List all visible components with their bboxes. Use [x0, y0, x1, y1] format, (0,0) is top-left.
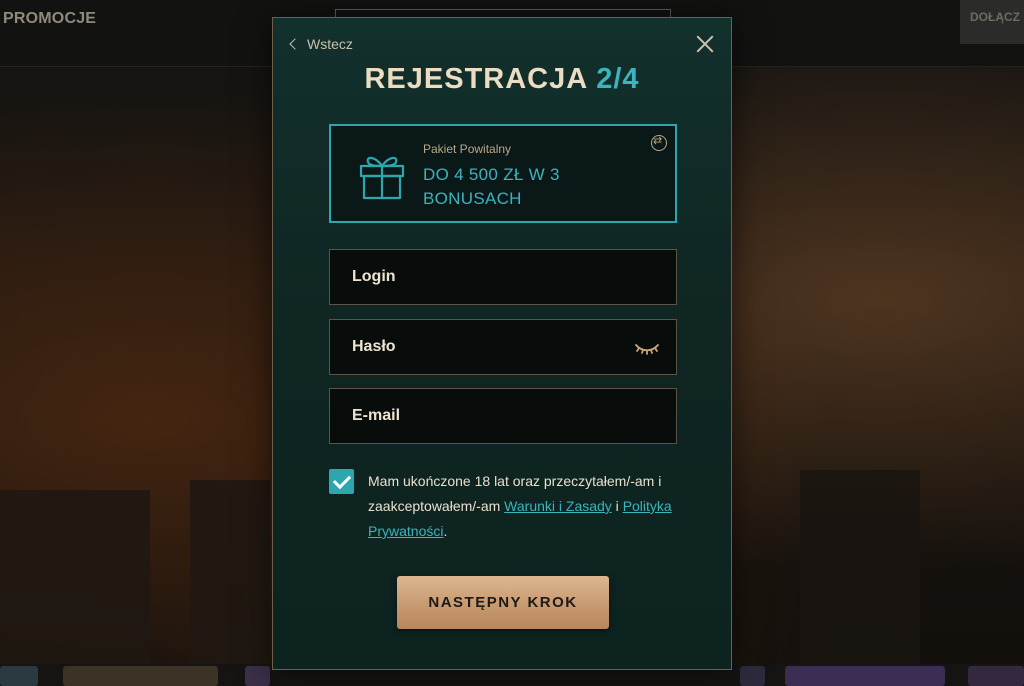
consent-checkbox[interactable] — [329, 469, 354, 494]
step-indicator: 2/4 — [596, 63, 640, 95]
login-field[interactable] — [329, 249, 677, 305]
nav-item-promocje[interactable]: PROMOCJE — [3, 10, 96, 28]
bonus-subtitle: Pakiet Powitalny — [423, 142, 512, 156]
back-button[interactable]: Wstecz — [289, 36, 353, 52]
game-tile[interactable] — [968, 666, 1024, 686]
email-field[interactable] — [329, 388, 677, 444]
back-label: Wstecz — [307, 36, 353, 52]
gift-icon — [359, 156, 405, 200]
background-building — [0, 490, 150, 670]
game-tile[interactable] — [63, 666, 218, 686]
next-step-button[interactable]: NASTĘPNY KROK — [397, 576, 609, 629]
title-text: REJESTRACJA — [364, 63, 588, 95]
join-button[interactable]: DOŁĄCZ — [960, 0, 1024, 44]
game-tile[interactable] — [785, 666, 945, 686]
consent-text: Mam ukończone 18 lat oraz przeczytałem/-… — [368, 469, 683, 544]
game-tile[interactable] — [0, 666, 38, 686]
password-input[interactable] — [330, 320, 676, 374]
eye-closed-icon[interactable] — [634, 338, 660, 358]
consent-text-part: . — [443, 523, 448, 539]
background-building — [800, 470, 920, 670]
chevron-left-icon — [289, 38, 301, 50]
modal-title: REJESTRACJA 2/4 — [273, 63, 731, 96]
game-tile[interactable] — [245, 666, 270, 686]
background-building — [190, 480, 270, 670]
game-tile[interactable] — [740, 666, 765, 686]
bonus-text: DO 4 500 ZŁ W 3 BONUSACH — [423, 165, 560, 208]
swap-icon[interactable] — [651, 134, 667, 151]
welcome-bonus-card[interactable]: Pakiet Powitalny DO 4 500 ZŁ W 3 BONUSAC… — [329, 124, 677, 223]
consent-text-part: i — [611, 498, 623, 514]
close-icon[interactable] — [696, 35, 714, 53]
terms-link[interactable]: Warunki i Zasady — [504, 498, 612, 514]
login-input[interactable] — [330, 250, 676, 304]
registration-modal: Wstecz REJESTRACJA 2/4 Pakiet Powitalny … — [272, 17, 732, 670]
password-field[interactable] — [329, 319, 677, 375]
email-input[interactable] — [330, 389, 676, 443]
